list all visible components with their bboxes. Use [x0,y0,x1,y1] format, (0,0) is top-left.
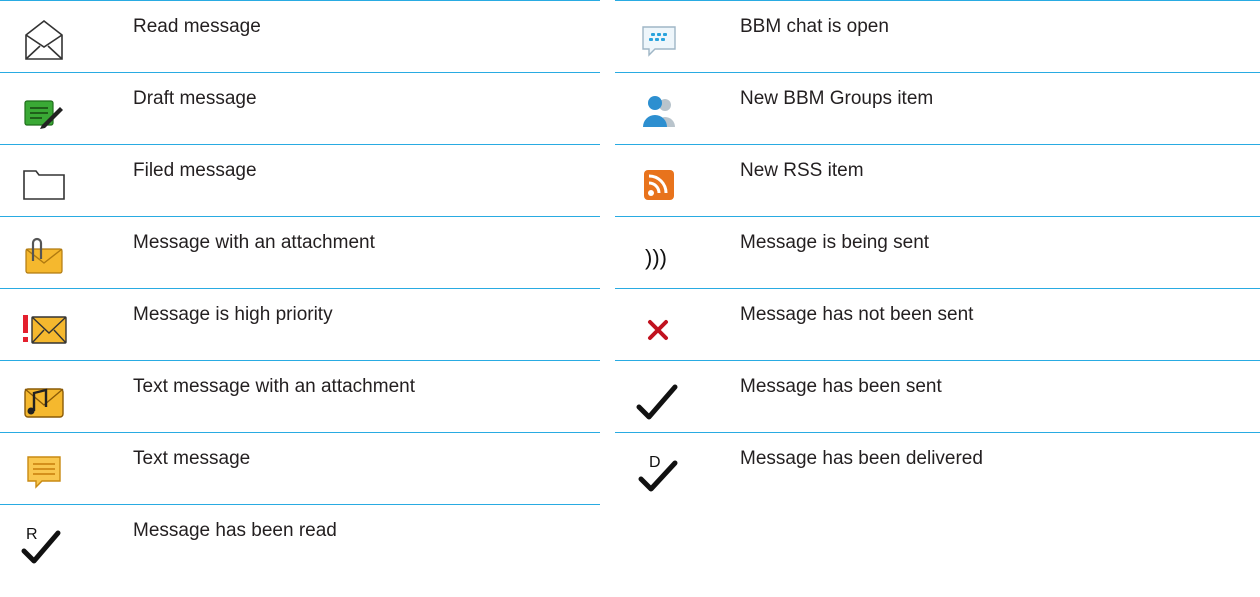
list-item-label: Message has been read [133,520,337,541]
right-column: BBM chat is open New BBM Groups item New… [615,0,1260,504]
list-item: New RSS item [615,144,1260,216]
list-item-label: Message has been sent [740,376,942,397]
list-item-label: Text message with an attachment [133,376,415,397]
list-item: Read message [0,0,600,72]
list-item: Text message with an attachment [0,360,600,432]
draft-message-icon [20,87,68,135]
list-item-label: New BBM Groups item [740,88,934,109]
list-item-label: Filed message [133,160,257,181]
list-item: Draft message [0,72,600,144]
list-item: Text message [0,432,600,504]
list-item-label: Text message [133,448,251,469]
text-message-icon [20,447,68,495]
list-item-label: Message is being sent [740,232,930,253]
read-message-icon [20,15,68,63]
list-item: Message has not been sent [615,288,1260,360]
svg-text:R: R [26,526,38,543]
filed-message-icon [20,159,68,207]
list-item-label: Message with an attachment [133,232,375,253]
list-item-label: Message has not been sent [740,304,974,325]
list-item-label: New RSS item [740,160,864,181]
svg-text:))): ))) [645,245,667,270]
bbm-chat-icon [635,15,683,63]
left-column: Read message Draft message Filed message [0,0,600,576]
svg-text:D: D [649,454,661,471]
sending-icon: ))) [635,231,683,279]
list-item: Message with an attachment [0,216,600,288]
list-item-label: Message is high priority [133,304,333,325]
list-item: BBM chat is open [615,0,1260,72]
list-item: ))) Message is being sent [615,216,1260,288]
text-message-attachment-icon [20,375,68,423]
list-item: R Message has been read [0,504,600,576]
list-item-label: Draft message [133,88,257,109]
high-priority-message-icon [20,303,68,351]
message-read-check-icon: R [20,519,68,567]
not-sent-x-icon [635,303,683,351]
sent-check-icon [635,375,683,423]
list-item: New BBM Groups item [615,72,1260,144]
list-item-label: Message has been delivered [740,448,983,469]
list-item-label: BBM chat is open [740,16,889,37]
attachment-message-icon [20,231,68,279]
list-item: Filed message [0,144,600,216]
list-item-label: Read message [133,16,261,37]
delivered-check-icon: D [635,447,683,495]
list-item: D Message has been delivered [615,432,1260,504]
rss-icon [635,159,683,207]
bbm-groups-icon [635,87,683,135]
list-item: Message is high priority [0,288,600,360]
list-item: Message has been sent [615,360,1260,432]
